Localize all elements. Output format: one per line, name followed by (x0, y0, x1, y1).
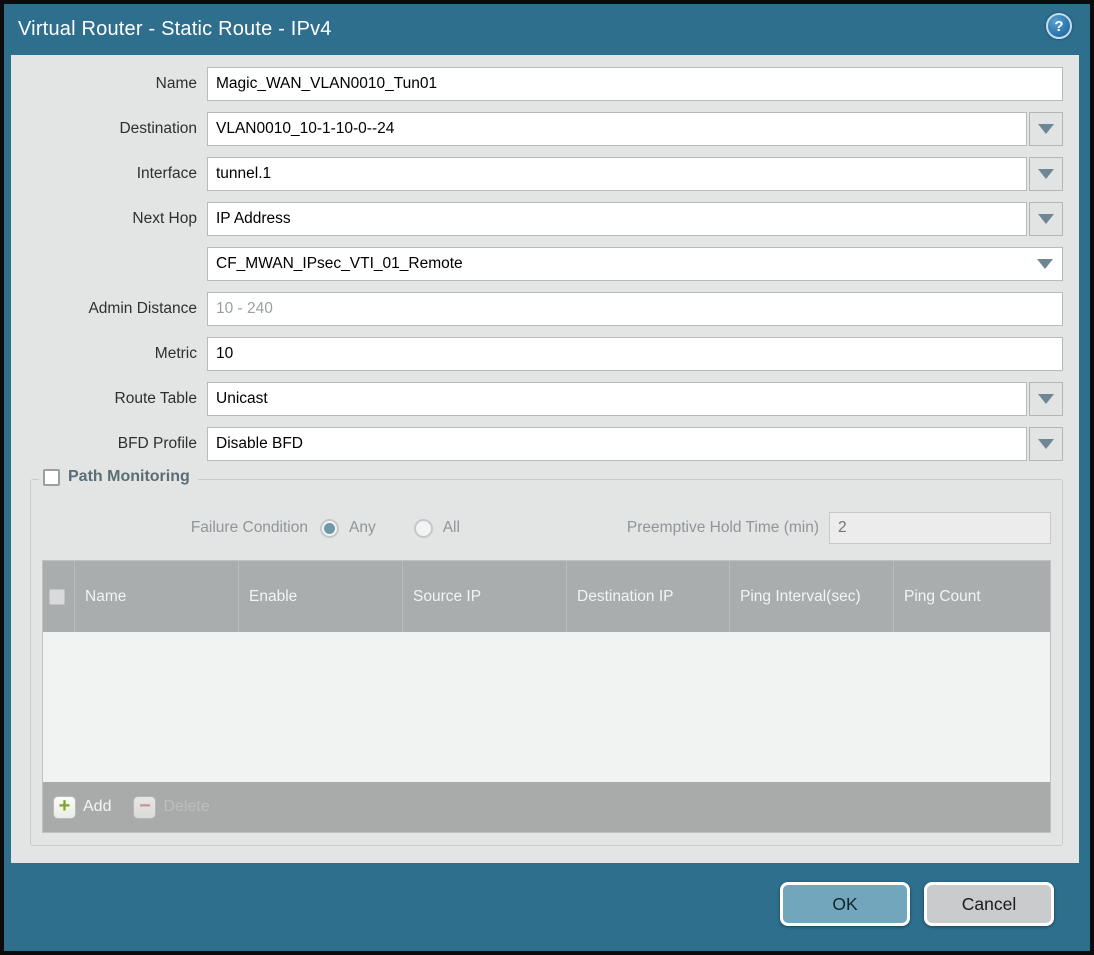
dialog-content: Name Destination Interface Next Hop (11, 55, 1079, 863)
next-hop-address-combo[interactable]: CF_MWAN_IPsec_VTI_01_Remote (207, 247, 1063, 281)
path-monitoring-table: Name Enable Source IP Destination IP Pin… (42, 560, 1051, 833)
chevron-down-icon (1038, 439, 1054, 449)
next-hop-input[interactable] (207, 202, 1027, 236)
col-header-ping-interval[interactable]: Ping Interval(sec) (730, 561, 894, 632)
dialog-virtual-router-static-route: Virtual Router - Static Route - IPv4 ? N… (4, 4, 1090, 951)
col-header-name[interactable]: Name (75, 561, 239, 632)
route-table-dropdown-button[interactable] (1029, 382, 1063, 416)
hold-time-label: Preemptive Hold Time (min) (626, 519, 819, 536)
path-monitoring-legend: Path Monitoring (39, 468, 198, 486)
destination-label: Destination (119, 120, 197, 137)
chevron-down-icon (1038, 169, 1054, 179)
select-all-checkbox[interactable] (49, 588, 65, 605)
minus-icon: − (133, 795, 157, 819)
interface-dropdown-button[interactable] (1029, 157, 1063, 191)
form-row-destination: Destination (11, 112, 1063, 146)
next-hop-address-dropdown-button[interactable] (1028, 259, 1062, 269)
col-header-ping-count[interactable]: Ping Count (894, 561, 1050, 632)
form-row-name: Name (11, 67, 1063, 101)
chevron-down-icon (1038, 214, 1054, 224)
hold-time-wrap: Preemptive Hold Time (min) (627, 512, 1051, 544)
route-table-input[interactable] (207, 382, 1027, 416)
form-row-bfd-profile: BFD Profile (11, 427, 1063, 461)
radio-icon (413, 518, 433, 538)
form-row-route-table: Route Table (11, 382, 1063, 416)
form-row-metric: Metric (11, 337, 1063, 371)
col-header-enable[interactable]: Enable (239, 561, 403, 632)
path-monitoring-title: Path Monitoring (68, 468, 190, 485)
next-hop-address-value: CF_MWAN_IPsec_VTI_01_Remote (216, 255, 463, 272)
path-monitoring-section: Path Monitoring Failure Condition Any Al… (30, 468, 1063, 846)
select-all-cell (43, 561, 75, 632)
metric-input[interactable] (207, 337, 1063, 371)
metric-label: Metric (154, 345, 197, 362)
add-button[interactable]: + Add (53, 795, 112, 819)
cancel-button[interactable]: Cancel (924, 882, 1054, 926)
interface-input[interactable] (207, 157, 1027, 191)
failure-condition-all-radio[interactable]: All (413, 518, 460, 538)
failure-condition-row: Failure Condition Any All Preemptive Hol… (42, 512, 1051, 544)
ok-button[interactable]: OK (780, 882, 910, 926)
path-monitoring-checkbox[interactable] (43, 468, 60, 486)
failure-condition-any-radio[interactable]: Any (320, 518, 376, 538)
table-body-empty (43, 632, 1050, 782)
radio-label-all: All (442, 519, 460, 536)
plus-icon: + (53, 795, 76, 819)
col-header-destination-ip[interactable]: Destination IP (567, 561, 730, 632)
table-header: Name Enable Source IP Destination IP Pin… (43, 561, 1050, 632)
name-label: Name (155, 75, 197, 92)
chevron-down-icon (1038, 394, 1054, 404)
form-row-interface: Interface (11, 157, 1063, 191)
chevron-down-icon (1038, 124, 1054, 134)
bottom-action-bar: OK Cancel (4, 863, 1090, 951)
admin-distance-label: Admin Distance (88, 300, 197, 317)
delete-button-label: Delete (163, 798, 210, 815)
failure-condition-radio-group: Any All (320, 518, 460, 538)
bfd-profile-input[interactable] (207, 427, 1027, 461)
bfd-profile-dropdown-button[interactable] (1029, 427, 1063, 461)
destination-dropdown-button[interactable] (1029, 112, 1063, 146)
interface-label: Interface (136, 165, 197, 182)
table-footer: + Add − Delete (43, 782, 1050, 832)
admin-distance-input[interactable] (207, 292, 1063, 326)
delete-button[interactable]: − Delete (133, 795, 210, 819)
route-table-label: Route Table (114, 390, 197, 407)
name-input[interactable] (207, 67, 1063, 101)
next-hop-dropdown-button[interactable] (1029, 202, 1063, 236)
dialog-title: Virtual Router - Static Route - IPv4 (18, 18, 332, 40)
chevron-down-icon (1037, 259, 1053, 269)
hold-time-input[interactable] (829, 512, 1051, 544)
failure-condition-label: Failure Condition (190, 519, 308, 536)
titlebar: Virtual Router - Static Route - IPv4 ? (4, 4, 1090, 55)
help-icon[interactable]: ? (1046, 13, 1072, 39)
next-hop-label: Next Hop (132, 210, 197, 227)
form-row-admin-distance: Admin Distance (11, 292, 1063, 326)
add-button-label: Add (83, 798, 112, 815)
form-row-next-hop: Next Hop (11, 202, 1063, 236)
radio-icon (320, 518, 339, 538)
col-header-source-ip[interactable]: Source IP (403, 561, 567, 632)
bfd-profile-label: BFD Profile (117, 435, 197, 452)
destination-input[interactable] (207, 112, 1027, 146)
form-row-next-hop-address: CF_MWAN_IPsec_VTI_01_Remote (11, 247, 1063, 281)
radio-label-any: Any (349, 519, 376, 536)
